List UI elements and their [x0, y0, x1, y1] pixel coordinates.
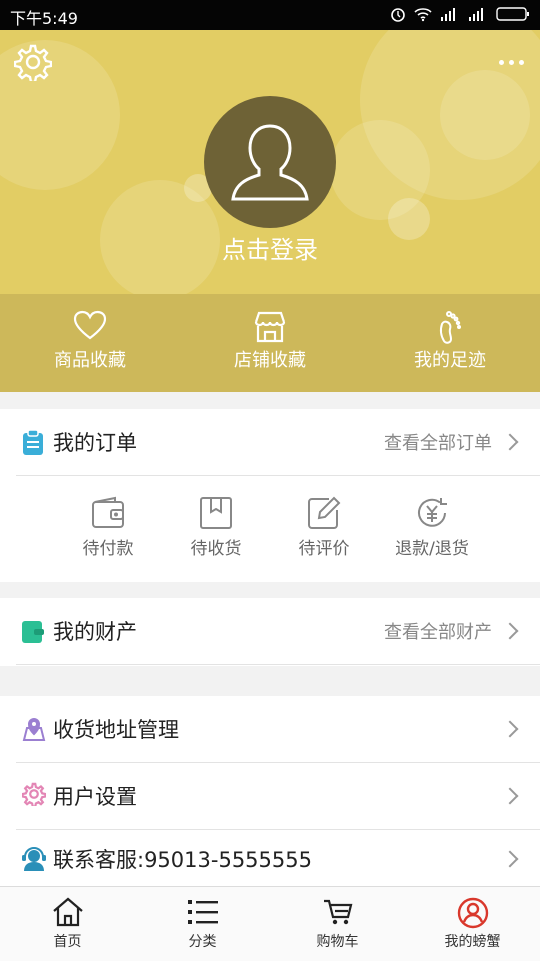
divider: [16, 475, 540, 476]
tab-home[interactable]: 首页: [0, 887, 135, 961]
tab-my-account[interactable]: 我的螃蟹: [405, 887, 540, 961]
quick-link-footprints[interactable]: 我的足迹: [360, 294, 540, 392]
orders-header-row[interactable]: 我的订单 查看全部订单: [0, 409, 540, 475]
chevron-right-icon: [501, 720, 519, 738]
user-icon: [457, 897, 489, 929]
order-status-label: 待收货: [190, 539, 242, 559]
chevron-right-icon: [501, 622, 519, 640]
signal-icon: [441, 8, 455, 21]
menu-item-label: 用户设置: [53, 785, 137, 809]
gear-icon: [22, 782, 46, 806]
wifi-icon: [414, 8, 432, 22]
order-status-label: 待付款: [82, 539, 134, 559]
login-link[interactable]: 点击登录: [0, 230, 540, 265]
avatar[interactable]: [204, 96, 336, 228]
heart-icon: [73, 310, 107, 340]
tab-label: 首页: [53, 934, 82, 950]
signal-icon: [469, 8, 483, 21]
edit-icon: [308, 496, 341, 529]
decor-bubble: [440, 70, 530, 160]
home-icon: [53, 897, 83, 927]
status-bar: 下午5:49: [0, 0, 540, 30]
chevron-right-icon: [501, 433, 519, 451]
menu-item-label: 联系客服:95013-5555555: [53, 848, 312, 872]
alarm-icon: [391, 8, 405, 22]
order-status-label: 待评价: [298, 539, 350, 559]
quick-link-label: 商品收藏: [54, 350, 126, 371]
status-icons: [390, 6, 530, 22]
tab-cart[interactable]: 购物车: [270, 887, 405, 961]
footprint-icon: [439, 311, 461, 344]
menu-item-address[interactable]: 收货地址管理: [0, 696, 540, 762]
chevron-right-icon: [501, 850, 519, 868]
orders-card: 我的订单 查看全部订单 待付款 待收货 待评价 退款/退货: [0, 409, 540, 582]
order-status-label: 退款/退货: [395, 539, 469, 559]
bottom-tab-bar: 首页 分类 购物车 我的螃蟹: [0, 886, 540, 961]
clipboard-icon: [23, 430, 43, 455]
support-icon: [22, 847, 46, 871]
settings-gear-icon[interactable]: [14, 43, 52, 81]
status-time: 下午5:49: [10, 9, 78, 28]
more-options-icon[interactable]: [499, 60, 524, 65]
menu-card: 收货地址管理 用户设置 联系客服:95013-5555555: [0, 696, 540, 886]
assets-card[interactable]: 我的财产 查看全部财产: [0, 598, 540, 666]
box-icon: [200, 497, 232, 529]
menu-item-user-settings[interactable]: 用户设置: [0, 763, 540, 829]
divider: [16, 664, 540, 665]
assets-title: 我的财产: [53, 620, 137, 644]
menu-item-label: 收货地址管理: [53, 718, 179, 742]
view-all-orders-link[interactable]: 查看全部订单: [384, 429, 492, 455]
tab-label: 分类: [188, 934, 217, 950]
quick-link-label: 我的足迹: [414, 350, 486, 371]
quick-link-label: 店铺收藏: [234, 350, 306, 371]
quick-link-favorite-goods[interactable]: 商品收藏: [0, 294, 180, 392]
cart-icon: [324, 899, 353, 925]
tab-label: 购物车: [316, 934, 359, 950]
map-icon: [22, 718, 46, 741]
tab-category[interactable]: 分类: [135, 887, 270, 961]
refund-icon: [418, 498, 447, 527]
list-icon: [188, 900, 218, 924]
quick-links: 商品收藏 店铺收藏 我的足迹: [0, 294, 540, 392]
battery-icon: [496, 7, 529, 21]
wallet-green-icon: [22, 621, 44, 643]
menu-item-customer-service[interactable]: 联系客服:95013-5555555: [0, 830, 540, 886]
store-icon: [254, 311, 286, 343]
chevron-right-icon: [501, 787, 519, 805]
view-all-assets-link[interactable]: 查看全部财产: [384, 618, 492, 644]
tab-label: 我的螃蟹: [444, 934, 501, 950]
user-silhouette-icon: [231, 124, 309, 201]
quick-link-favorite-stores[interactable]: 店铺收藏: [180, 294, 360, 392]
wallet-icon: [92, 496, 124, 528]
orders-title: 我的订单: [53, 431, 137, 455]
